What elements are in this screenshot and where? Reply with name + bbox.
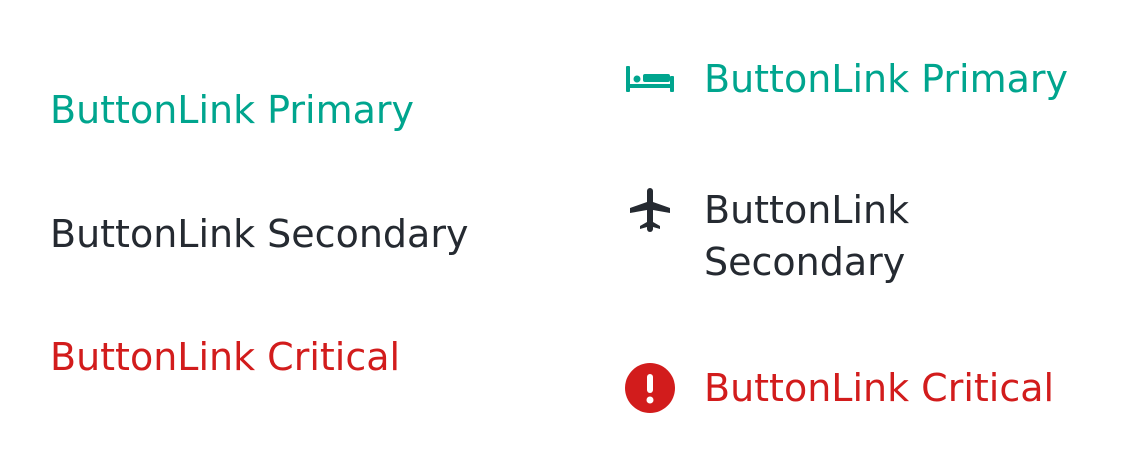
buttonlink-secondary-with-icon[interactable]: ButtonLink Secondary [624,184,934,288]
buttonlink-critical-with-icon-label: ButtonLink Critical [704,366,1055,410]
buttonlink-primary-with-icon-label: ButtonLink Primary [704,57,1069,101]
buttonlink-critical-with-icon[interactable]: ButtonLink Critical [624,362,1054,414]
bed-icon [624,53,676,105]
buttonlink-critical-label: ButtonLink Critical [50,335,401,379]
buttonlink-secondary-with-icon-label: ButtonLink Secondary [704,188,910,284]
buttonlink-secondary[interactable]: ButtonLink Secondary [50,208,468,260]
buttonlink-primary-with-icon[interactable]: ButtonLink Primary [624,53,1068,105]
buttonlink-primary-label: ButtonLink Primary [50,88,415,132]
airplane-icon [624,184,676,236]
buttonlink-critical[interactable]: ButtonLink Critical [50,331,400,383]
alert-circle-icon [624,362,676,414]
buttonlink-secondary-label: ButtonLink Secondary [50,212,469,256]
buttonlink-primary[interactable]: ButtonLink Primary [50,84,414,136]
